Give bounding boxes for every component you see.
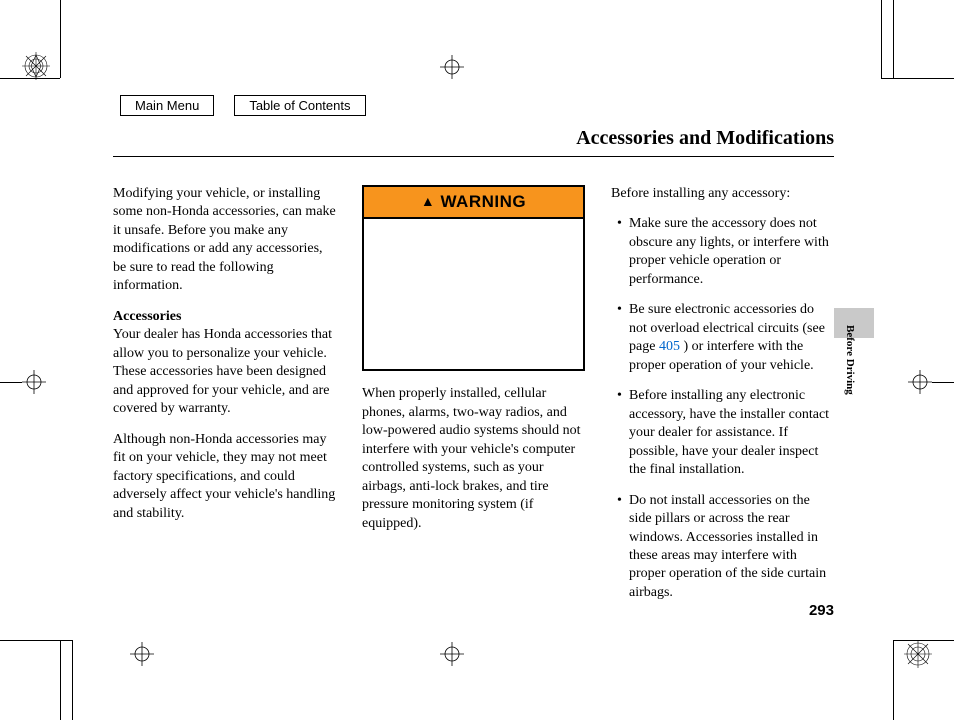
page-number: 293 [809, 602, 834, 619]
column-3: Before installing any accessory: Make su… [611, 185, 834, 614]
warning-body [364, 219, 583, 369]
crosshair-icon [130, 642, 154, 666]
warning-label: WARNING [440, 192, 526, 211]
toc-button[interactable]: Table of Contents [234, 95, 365, 116]
crosshair-icon [908, 370, 932, 394]
crosshair-icon [440, 642, 464, 666]
registration-mark-icon [904, 640, 932, 668]
column-2: ▲ WARNING When properly installed, cellu… [362, 185, 585, 614]
list-item: Do not install accessories on the side p… [617, 492, 834, 603]
body-text: Before installing any accessory: [611, 185, 834, 203]
page-title: Accessories and Modifications [576, 127, 834, 150]
body-text: Modifying your vehicle, or installing so… [113, 185, 336, 296]
warning-triangle-icon: ▲ [421, 193, 435, 209]
title-rule [113, 156, 834, 157]
subheading-accessories: Accessories [113, 309, 181, 324]
warning-box: ▲ WARNING [362, 185, 585, 371]
list-item: Make sure the accessory does not obscure… [617, 215, 834, 289]
list-item: Be sure electronic accessories do not ov… [617, 301, 834, 375]
warning-header: ▲ WARNING [364, 187, 583, 219]
section-tab-label: Before Driving [844, 325, 856, 395]
body-text: When properly installed, cellular phones… [362, 385, 585, 533]
list-item: Before installing any electronic accesso… [617, 387, 834, 479]
crosshair-icon [22, 370, 46, 394]
page-reference-link[interactable]: 405 [659, 339, 680, 354]
body-text: Your dealer has Honda accessories that a… [113, 327, 332, 416]
body-text: Accessories Your dealer has Honda access… [113, 308, 336, 419]
body-text: Although non-Honda accessories may fit o… [113, 431, 336, 523]
registration-mark-icon [22, 52, 50, 80]
main-menu-button[interactable]: Main Menu [120, 95, 214, 116]
column-1: Modifying your vehicle, or installing so… [113, 185, 336, 614]
crosshair-icon [440, 55, 464, 79]
